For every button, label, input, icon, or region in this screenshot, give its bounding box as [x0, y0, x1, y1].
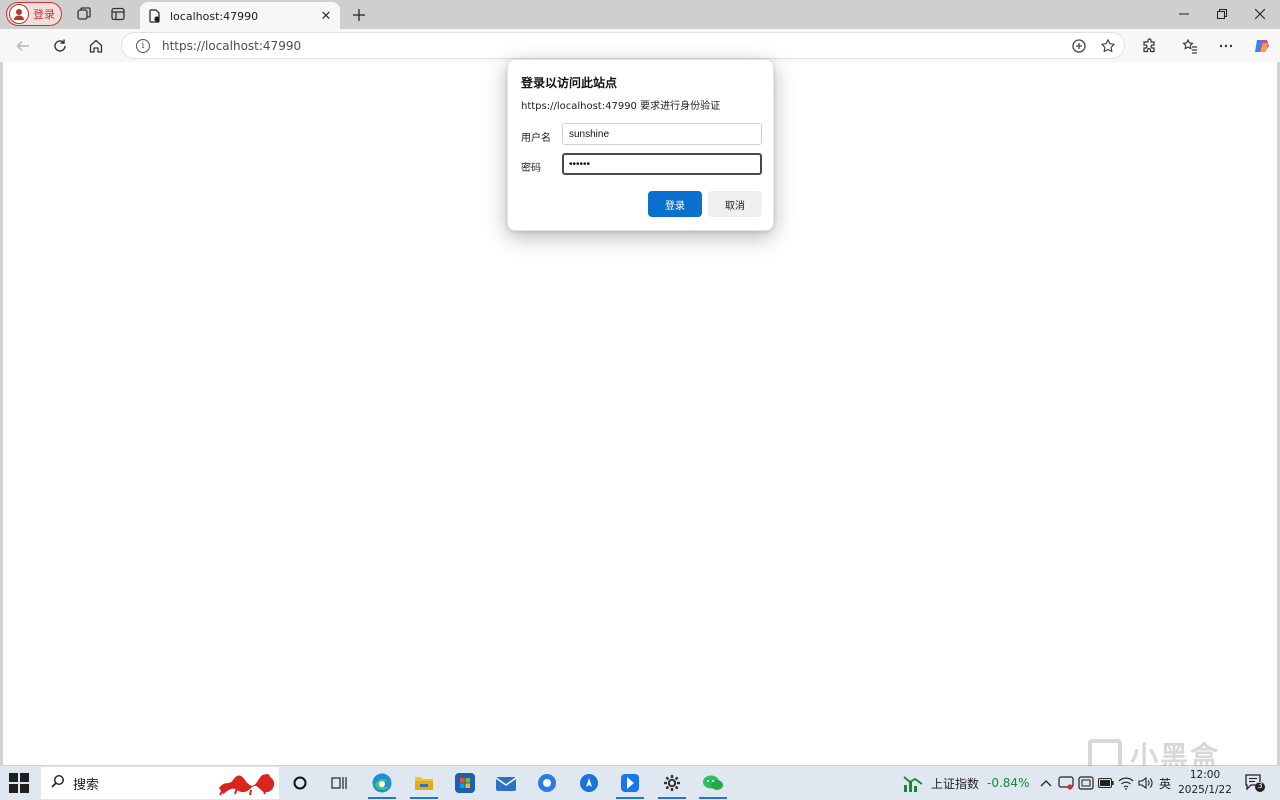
password-field[interactable] — [562, 153, 762, 175]
app-icon[interactable] — [610, 767, 650, 799]
close-icon[interactable]: ✕ — [316, 6, 336, 26]
active-tab[interactable]: localhost:47990 ✕ — [140, 2, 340, 30]
clock-time: 12:00 — [1189, 769, 1221, 781]
address-bar[interactable]: i https://localhost:47990 — [121, 32, 1125, 59]
workspaces-icon[interactable] — [74, 4, 94, 24]
stock-widget[interactable]: 上证指数 -0.84% — [903, 773, 1029, 793]
auth-dialog: 登录以访问此站点 https://localhost:47990 要求进行身份验… — [507, 59, 774, 231]
search-placeholder: 搜索 — [73, 777, 100, 793]
browser-toolbar: i https://localhost:47990 — [0, 29, 1280, 62]
password-label: 密码 — [521, 163, 541, 174]
profile-button[interactable]: 登录 — [6, 2, 62, 26]
close-window-icon[interactable] — [1246, 3, 1274, 25]
stock-change: -0.84% — [987, 776, 1030, 790]
ime-indicator[interactable]: 英 — [1156, 774, 1174, 792]
profile-avatar-icon — [9, 4, 29, 24]
plus-icon[interactable] — [348, 4, 370, 26]
task-view-icon[interactable] — [320, 767, 360, 799]
edge-icon[interactable] — [362, 767, 402, 799]
wechat-icon[interactable] — [693, 767, 733, 799]
wifi-icon[interactable] — [1117, 774, 1135, 792]
gear-icon[interactable] — [652, 767, 692, 799]
login-button[interactable]: 登录 — [648, 191, 702, 217]
minimize-icon[interactable] — [1170, 3, 1198, 25]
cortana-icon[interactable] — [280, 767, 320, 799]
notification-count: 3 — [1257, 781, 1263, 790]
username-field[interactable] — [562, 123, 762, 145]
store-icon[interactable] — [445, 767, 485, 799]
mail-icon[interactable] — [486, 767, 526, 799]
windows-start-icon[interactable] — [9, 773, 29, 793]
app-icon[interactable] — [527, 767, 567, 799]
tab-actions-icon[interactable] — [108, 4, 128, 24]
extensions-icon[interactable] — [1137, 33, 1163, 59]
notification-center[interactable]: 3 — [1244, 773, 1266, 793]
search-icon — [51, 774, 65, 792]
volume-icon[interactable] — [1137, 774, 1155, 792]
profile-label: 登录 — [33, 8, 55, 21]
copilot-icon[interactable] — [1249, 33, 1275, 59]
tray-app-icon[interactable] — [1057, 774, 1075, 792]
restore-icon[interactable] — [1208, 3, 1236, 25]
cancel-button[interactable]: 取消 — [708, 191, 762, 217]
taskbar: 搜索 上证指数 -0.84% 英 12:00 2025/1/22 3 — [0, 766, 1280, 800]
dialog-subtitle: https://localhost:47990 要求进行身份验证 — [521, 101, 721, 112]
page-favicon-icon — [148, 9, 162, 23]
stock-chart-icon — [903, 776, 923, 792]
clock-date: 2025/1/22 — [1178, 784, 1232, 796]
username-label: 用户名 — [521, 133, 551, 144]
home-icon[interactable] — [83, 33, 109, 59]
translate-icon[interactable] — [1066, 34, 1092, 58]
tab-title: localhost:47990 — [170, 9, 259, 23]
clock[interactable]: 12:00 2025/1/22 — [1176, 768, 1234, 798]
file-explorer-icon[interactable] — [404, 767, 444, 799]
dragon-decoration-icon — [219, 774, 275, 796]
dialog-title: 登录以访问此站点 — [521, 76, 618, 90]
stock-name: 上证指数 — [931, 776, 980, 791]
star-icon[interactable] — [1095, 34, 1121, 58]
app-icon[interactable] — [569, 767, 609, 799]
battery-icon — [1097, 774, 1115, 792]
url-text[interactable]: https://localhost:47990 — [162, 39, 1066, 53]
chevron-up-icon[interactable] — [1037, 774, 1055, 792]
more-icon[interactable] — [1213, 33, 1239, 59]
browser-title-bar: 登录 localhost:47990 ✕ — [0, 0, 1280, 30]
taskbar-search[interactable]: 搜索 — [41, 767, 279, 799]
tray-app-icon[interactable] — [1077, 774, 1095, 792]
favorites-icon[interactable] — [1177, 33, 1203, 59]
info-icon[interactable]: i — [136, 38, 150, 53]
back-icon[interactable] — [10, 33, 36, 59]
refresh-icon[interactable] — [47, 33, 73, 59]
